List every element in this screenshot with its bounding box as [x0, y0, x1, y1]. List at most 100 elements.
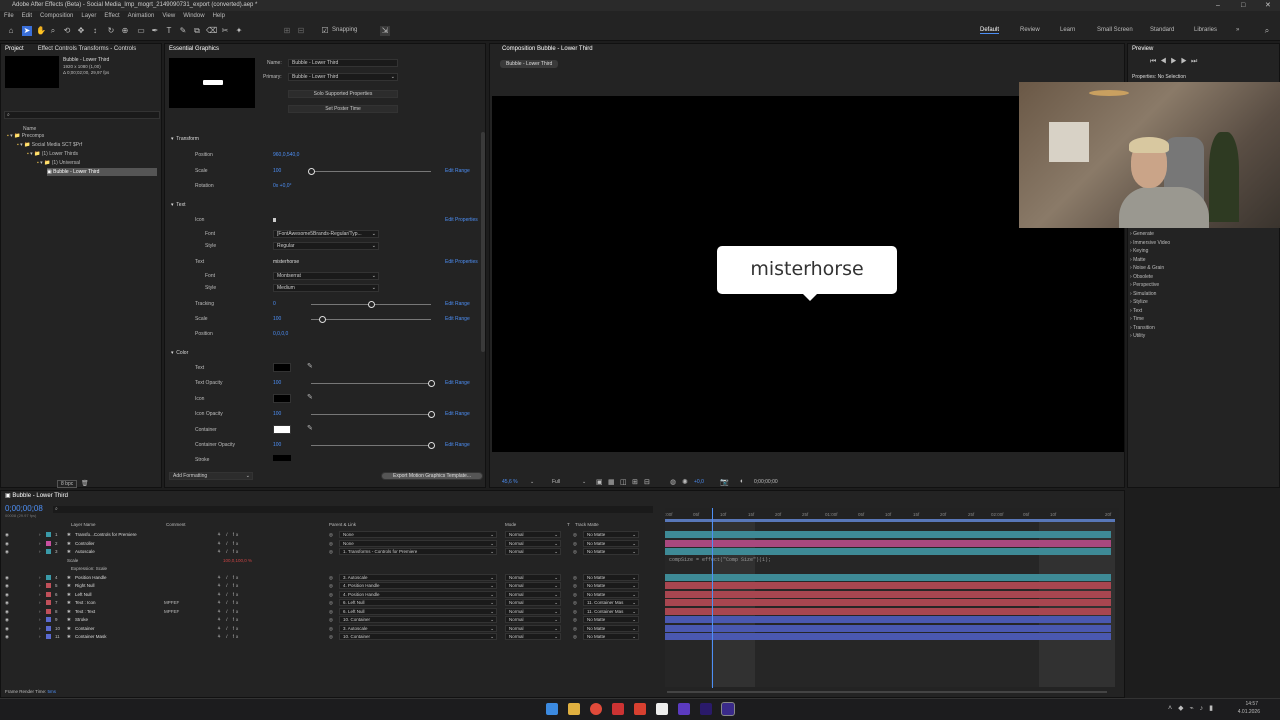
dolly-tool-icon[interactable]: ↕ — [90, 26, 100, 36]
expression-text[interactable]: compSize = effect("Comp Size")(1); — [669, 557, 771, 563]
icon-opacity-knob[interactable] — [428, 411, 435, 418]
workspace-standard[interactable]: Standard — [1150, 27, 1174, 33]
layer-row[interactable]: ◉ › 4 ✱ Position Handle ⚘ / fx ◎ 3. Autoscale ⌄ N… — [1, 573, 663, 582]
tab-timeline[interactable]: ▣ Bubble - Lower Third — [1, 491, 1124, 501]
visibility-icon[interactable]: ◉ — [5, 599, 9, 607]
container-opacity-value[interactable]: 100 — [273, 441, 281, 449]
matte-link-icon[interactable]: ◎ — [573, 608, 577, 616]
label-color[interactable] — [46, 583, 51, 588]
tree-item[interactable]: ▪ ▾ 📁 Social Media SCT $Prf — [17, 141, 82, 149]
effect-category[interactable]: › Generate — [1130, 230, 1154, 238]
tab-preview[interactable]: Preview — [1128, 44, 1279, 54]
label-color[interactable] — [46, 574, 51, 580]
track-matte-select[interactable]: No Matte ⌄ — [583, 624, 639, 632]
text-scale-knob[interactable] — [319, 316, 326, 323]
layer-name[interactable]: Text : Icon — [75, 599, 96, 607]
orbit-tool-icon[interactable]: ⟲ — [62, 26, 72, 36]
clone-tool-icon[interactable]: ⧉ — [192, 26, 202, 36]
premiere-icon[interactable] — [700, 703, 712, 715]
edit-range-link[interactable]: Edit Range — [445, 441, 470, 449]
container-color-swatch[interactable] — [273, 425, 291, 434]
label-color[interactable] — [46, 532, 51, 537]
track-bar[interactable] — [665, 548, 1111, 555]
parent-select[interactable]: 6. Left Null ⌄ — [339, 599, 497, 606]
eyedropper-icon[interactable]: ✎ — [307, 425, 313, 433]
visibility-icon[interactable]: ◉ — [5, 616, 9, 624]
track-matte-select[interactable]: No Matte ⌄ — [583, 633, 639, 640]
effect-category[interactable]: › Utility — [1130, 332, 1145, 340]
visibility-icon[interactable]: ◉ — [5, 574, 9, 582]
visibility-icon[interactable]: ◉ — [5, 633, 9, 641]
switches[interactable]: ⚘ / fx — [217, 625, 240, 633]
effect-category[interactable]: › Immersive Video — [1130, 239, 1170, 247]
mode-select[interactable]: Normal ⌄ — [505, 531, 561, 538]
section-text[interactable]: ▾ Text — [171, 201, 185, 209]
label-color[interactable] — [46, 549, 51, 554]
layer-row[interactable]: ◉ › 1 ✱ Transfo...Controls for Premiere ⚘ / f… — [1, 531, 663, 539]
zoom-tool-icon[interactable]: ⌕ — [48, 26, 58, 36]
snapping-checkbox-icon[interactable]: ☑ — [320, 26, 330, 36]
switches[interactable]: ⚘ / fx — [217, 540, 240, 548]
effect-category[interactable]: › Text — [1130, 307, 1142, 315]
tracking-knob[interactable] — [368, 301, 375, 308]
icon-color-swatch[interactable] — [273, 394, 291, 403]
matte-link-icon[interactable]: ◎ — [573, 548, 577, 556]
track-matte-select[interactable]: No Matte ⌄ — [583, 573, 639, 581]
time-ruler[interactable]: :00f 05f 10f 15f 20f 25f 01:00f 05f 10f … — [665, 508, 1119, 522]
track-matte-select[interactable]: No Matte ⌄ — [583, 531, 639, 538]
eyedropper-icon[interactable]: ✎ — [307, 394, 313, 402]
layer-row[interactable]: ◉ › 11 ✱ Container Mask ⚘ / fx ◎ 10. Container ⌄… — [1, 633, 663, 641]
text-style-select[interactable]: Medium ⌄ — [273, 284, 379, 292]
rotation-value[interactable]: 0x +0,0° — [273, 182, 292, 190]
layer-name[interactable]: Right Null — [75, 582, 95, 590]
tab-project[interactable]: Project — [5, 44, 24, 54]
tree-item-selected[interactable]: ▣ Bubble - Lower Third — [47, 168, 157, 176]
chrome-icon[interactable] — [590, 703, 602, 715]
eyedropper-icon[interactable]: ✎ — [307, 363, 313, 371]
container-opacity-slider[interactable] — [311, 445, 431, 446]
text-opacity-knob[interactable] — [428, 380, 435, 387]
layer-name[interactable]: Position Handle — [75, 574, 107, 582]
label-color[interactable] — [46, 625, 51, 631]
guides-icon[interactable]: ⊞ — [632, 478, 638, 486]
app-icon[interactable] — [678, 703, 690, 715]
expand-icon[interactable]: › — [39, 625, 41, 633]
expand-icon[interactable]: › — [39, 599, 41, 607]
tracking-value[interactable]: 0 — [273, 300, 276, 308]
layer-row[interactable]: ◉ › 2 ✱ Controller ⚘ / fx ◎ None ⌄ Normal ⌄ ◎ No Mat… — [1, 539, 663, 548]
app-icon[interactable] — [634, 703, 646, 715]
section-color[interactable]: ▾ Color — [171, 349, 188, 357]
text-value[interactable]: misterhorse — [273, 258, 299, 266]
label-color[interactable] — [46, 634, 51, 639]
snapshot-icon[interactable]: 📷 — [720, 478, 729, 486]
visibility-icon[interactable]: ◉ — [5, 582, 9, 590]
col-comment[interactable]: Comment — [166, 522, 186, 527]
type-tool-icon[interactable]: T — [164, 26, 174, 36]
mask-icon[interactable]: ◫ — [620, 478, 627, 486]
property-row[interactable]: Expression: Scale — [1, 565, 663, 573]
mode-select[interactable]: Normal ⌄ — [505, 633, 561, 640]
parent-select[interactable]: 3. Autoscale ⌄ — [339, 573, 497, 581]
pickwhip-icon[interactable]: ◎ — [329, 616, 333, 624]
layer-name[interactable]: Text : Text — [75, 608, 95, 616]
export-mogrt-button[interactable]: Export Motion Graphics Template... — [381, 472, 483, 480]
comp-exposure[interactable]: +0,0 — [694, 479, 704, 485]
solo-supported-button[interactable]: Solo Supported Properties — [288, 90, 398, 98]
visibility-icon[interactable]: ◉ — [5, 531, 9, 539]
track-matte-select[interactable]: No Matte ⌄ — [583, 590, 639, 598]
track-bar[interactable] — [665, 582, 1111, 589]
effect-category[interactable]: › Keying — [1130, 247, 1148, 255]
file-explorer-icon[interactable] — [568, 703, 580, 715]
track-bar[interactable] — [665, 573, 1111, 581]
text-font-select[interactable]: Montserrat ⌄ — [273, 272, 379, 280]
switches[interactable]: ⚘ / fx — [217, 633, 240, 641]
track-bar[interactable] — [665, 624, 1111, 632]
text-position-value[interactable]: 0,0,0,0 — [273, 330, 288, 338]
effect-category[interactable]: › Time — [1130, 315, 1144, 323]
close-icon[interactable]: ✕ — [1265, 0, 1271, 11]
align-icon[interactable]: ⊞ — [282, 26, 292, 36]
mode-select[interactable]: Normal ⌄ — [505, 599, 561, 606]
scale-knob[interactable] — [308, 168, 315, 175]
expand-icon[interactable]: › — [39, 608, 41, 616]
chevron-down-icon[interactable]: ⌄ — [582, 479, 586, 485]
